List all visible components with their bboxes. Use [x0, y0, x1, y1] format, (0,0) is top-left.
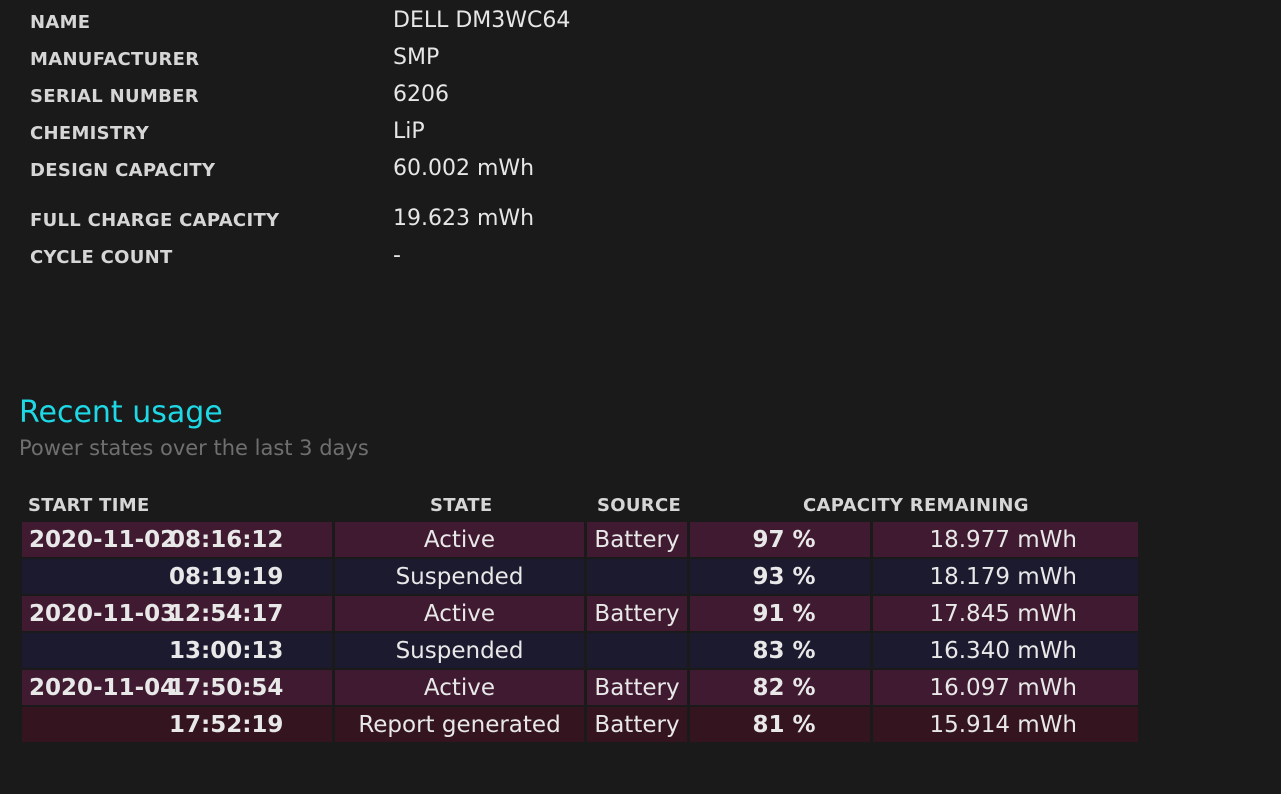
cell-time: 12:54:17 — [169, 601, 284, 627]
cell-capacity-percent: 97 % — [690, 522, 870, 557]
info-value: 60.002 mWh — [393, 156, 535, 181]
info-row-chemistry: CHEMISTRY LiP — [30, 115, 830, 145]
table-row: 17:52:19 Report generated Battery 81 % 15.91… — [22, 707, 1138, 744]
cell-start-time: 2020-11-0417:50:54 — [22, 670, 332, 705]
cell-capacity-percent: 91 % — [690, 596, 870, 631]
info-label: FULL CHARGE CAPACITY — [30, 210, 280, 231]
cell-time: 08:16:12 — [169, 527, 284, 553]
table-row: 08:19:19 Suspended 93 % 18.179 mWh — [22, 559, 1138, 596]
cell-time: 08:19:19 — [169, 564, 284, 590]
table-row: 2020-11-0417:50:54 Active Battery 82 % 16.09… — [22, 670, 1138, 707]
cell-state: Active — [335, 596, 584, 631]
section-title: Recent usage — [19, 395, 223, 430]
info-row-manufacturer: MANUFACTURER SMP — [30, 41, 830, 71]
info-label: SERIAL NUMBER — [30, 86, 199, 107]
cell-source — [587, 559, 687, 594]
cell-date: 2020-11-03 — [29, 601, 177, 627]
cell-date: 2020-11-02 — [29, 527, 177, 553]
cell-capacity-mwh: 18.179 mWh — [873, 559, 1138, 594]
table-body: 2020-11-0208:16:12 Active Battery 97 % 18.97… — [22, 522, 1138, 744]
info-row-serial-number: SERIAL NUMBER 6206 — [30, 78, 830, 108]
header-state: STATE — [430, 495, 493, 516]
cell-source: Battery — [587, 670, 687, 705]
cell-capacity-mwh: 15.914 mWh — [873, 707, 1138, 742]
cell-capacity-mwh: 17.845 mWh — [873, 596, 1138, 631]
cell-capacity-mwh: 18.977 mWh — [873, 522, 1138, 557]
cell-state: Suspended — [335, 559, 584, 594]
cell-start-time: 08:19:19 — [22, 559, 332, 594]
cell-source: Battery — [587, 707, 687, 742]
cell-time: 17:52:19 — [169, 712, 284, 738]
info-row-full-charge-capacity: FULL CHARGE CAPACITY 19.623 mWh — [30, 202, 830, 232]
cell-time: 13:00:13 — [169, 638, 284, 664]
info-row-design-capacity: DESIGN CAPACITY 60.002 mWh — [30, 152, 830, 182]
info-value: 6206 — [393, 82, 449, 107]
info-label: CYCLE COUNT — [30, 247, 173, 268]
table-header: START TIME STATE SOURCE CAPACITY REMAINI… — [22, 492, 1138, 522]
cell-capacity-percent: 93 % — [690, 559, 870, 594]
table-row: 13:00:13 Suspended 83 % 16.340 mWh — [22, 633, 1138, 670]
info-label: NAME — [30, 12, 91, 33]
cell-start-time: 17:52:19 — [22, 707, 332, 742]
cell-source: Battery — [587, 596, 687, 631]
info-value: SMP — [393, 45, 440, 70]
cell-capacity-mwh: 16.340 mWh — [873, 633, 1138, 668]
cell-source: Battery — [587, 522, 687, 557]
cell-state: Active — [335, 522, 584, 557]
cell-time: 17:50:54 — [169, 675, 284, 701]
cell-date: 2020-11-04 — [29, 675, 177, 701]
info-label: MANUFACTURER — [30, 49, 200, 70]
cell-state: Report generated — [335, 707, 584, 742]
info-row-name: NAME DELL DM3WC64 — [30, 4, 830, 34]
info-label: DESIGN CAPACITY — [30, 160, 216, 181]
header-start-time: START TIME — [28, 495, 150, 516]
info-label: CHEMISTRY — [30, 123, 150, 144]
section-subtitle: Power states over the last 3 days — [19, 436, 369, 460]
info-value: 19.623 mWh — [393, 206, 535, 231]
info-value: - — [393, 243, 401, 268]
info-row-cycle-count: CYCLE COUNT - — [30, 239, 830, 269]
cell-start-time: 2020-11-0208:16:12 — [22, 522, 332, 557]
cell-state: Suspended — [335, 633, 584, 668]
table-row: 2020-11-0208:16:12 Active Battery 97 % 18.97… — [22, 522, 1138, 559]
cell-start-time: 2020-11-0312:54:17 — [22, 596, 332, 631]
header-capacity-remaining: CAPACITY REMAINING — [803, 495, 1029, 516]
cell-capacity-percent: 83 % — [690, 633, 870, 668]
info-value: LiP — [393, 119, 425, 144]
cell-capacity-percent: 82 % — [690, 670, 870, 705]
cell-source — [587, 633, 687, 668]
table-row: 2020-11-0312:54:17 Active Battery 91 % 17.84… — [22, 596, 1138, 633]
cell-state: Active — [335, 670, 584, 705]
cell-capacity-mwh: 16.097 mWh — [873, 670, 1138, 705]
info-value: DELL DM3WC64 — [393, 8, 571, 33]
header-source: SOURCE — [597, 495, 682, 516]
recent-usage-table: START TIME STATE SOURCE CAPACITY REMAINI… — [22, 492, 1138, 744]
cell-capacity-percent: 81 % — [690, 707, 870, 742]
cell-start-time: 13:00:13 — [22, 633, 332, 668]
